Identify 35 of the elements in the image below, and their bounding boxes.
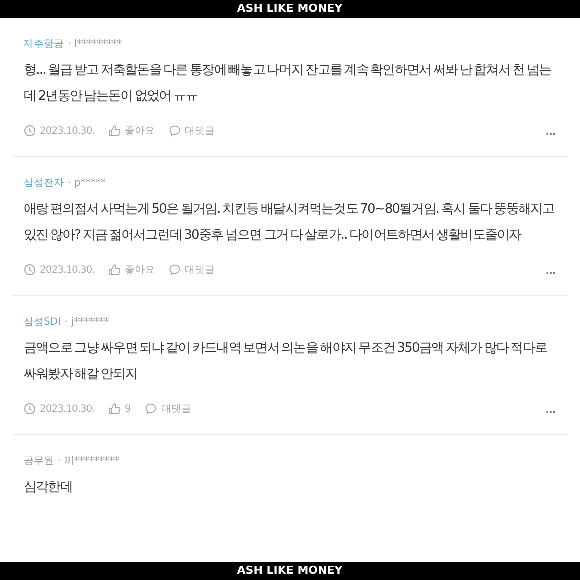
date-text: 2023.10.30.	[40, 264, 95, 276]
more-button[interactable]: ...	[546, 402, 556, 416]
date-text: 2023.10.30.	[40, 404, 95, 414]
company-name: 제주항공	[24, 38, 64, 51]
company-name: 삼성전자	[24, 177, 64, 190]
user-name: · p*****	[68, 178, 106, 188]
comment-text: 금액으로 그냥 싸우면 되냐 같이 카드내역 보면서 의논을 해야지 무조건 350금액 자체가 많다 적다로 싸워봤자 해갈 안되지	[24, 340, 548, 384]
thumbs-up-icon	[108, 125, 121, 137]
like-button[interactable]: 좋아요	[108, 263, 155, 277]
reply-button[interactable]: 대댓글	[168, 263, 215, 277]
like-button[interactable]: 좋아요	[108, 124, 155, 138]
brand-banner: ASH LIKE MONEY	[0, 562, 580, 580]
clock-icon	[24, 403, 36, 415]
speech-bubble-icon	[145, 403, 158, 415]
comment-text: 애랑 편의점서 사먹는게 50은 될거임. 치킨등 배달시켜먹는것도 70~80될거임. 혹시 둘다 뚱뚱해지고있진 않아? 지금 젊어서그런데 30중후 넘으면 그거 다 살로가.. 다이어트하면서 생활비도줄이자	[24, 201, 556, 245]
company-name: 삼성SDI	[24, 316, 61, 329]
speech-bubble-icon	[168, 264, 181, 276]
user-name: · j*******	[65, 316, 110, 328]
clock-icon	[24, 264, 36, 276]
reply-button[interactable]: 대댓글	[168, 124, 215, 138]
reply-button[interactable]: 대댓글	[145, 402, 192, 416]
date-text: 2023.10.30.	[40, 126, 95, 136]
like-button[interactable]: 9	[108, 403, 132, 415]
comment-text: 심각한데	[24, 479, 74, 497]
thumbs-up-icon	[108, 264, 121, 276]
user-name: · l*********	[68, 38, 122, 50]
user-name: · 끼*********	[58, 455, 120, 468]
thumbs-up-icon	[108, 403, 121, 415]
more-button[interactable]: ...	[546, 124, 556, 138]
speech-bubble-icon	[168, 125, 181, 137]
comment-text: 형... 월급 받고 저축할돈을 다른 통장에 빼놓고 나머지 잔고를 계속 확인하면서 써봐 난 합쳐서 천 넘는데 2년동안 남는돈이 없었어 ㅠㅠ	[24, 62, 552, 106]
company-name: 공무원	[24, 455, 54, 468]
clock-icon	[24, 125, 36, 137]
more-button[interactable]: ...	[546, 263, 556, 277]
brand-banner: ASH LIKE MONEY	[0, 0, 580, 18]
